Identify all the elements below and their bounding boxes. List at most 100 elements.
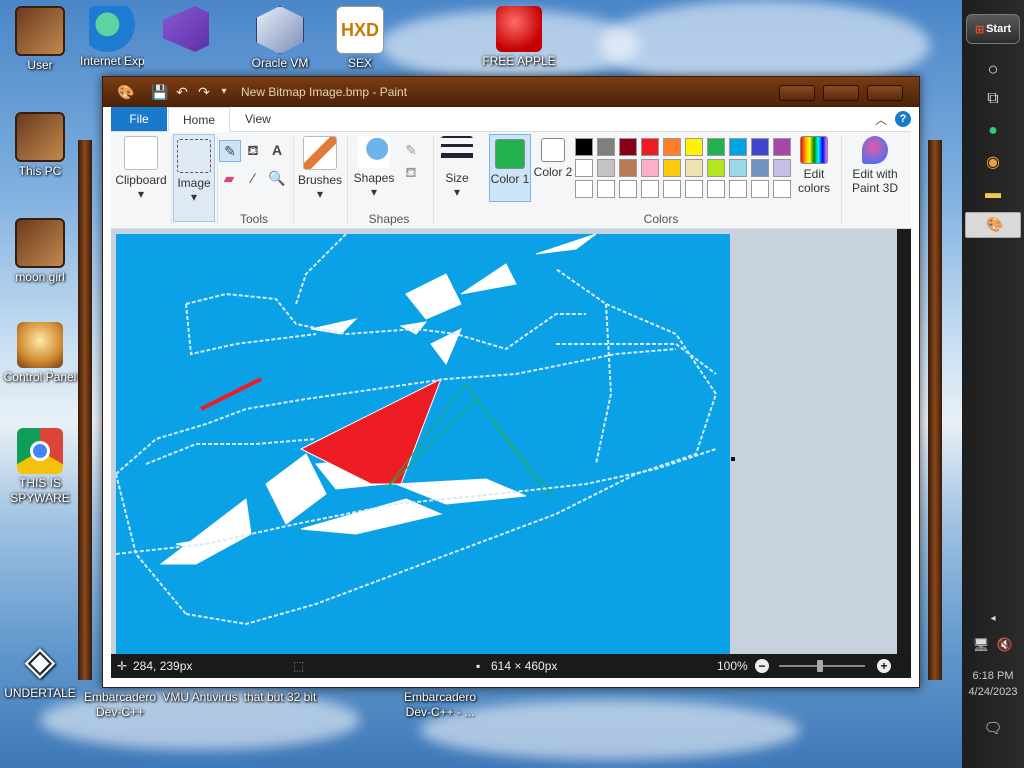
color1-button[interactable]: Color 1 bbox=[489, 134, 531, 202]
palette-swatch[interactable] bbox=[663, 138, 681, 156]
desktop-icon-visual-studio[interactable] bbox=[150, 6, 222, 54]
desktop-icon-user[interactable]: User bbox=[0, 6, 80, 73]
close-button[interactable] bbox=[867, 85, 903, 101]
palette-swatch[interactable] bbox=[619, 180, 637, 198]
volume-muted-icon[interactable]: 🔇 bbox=[994, 634, 1016, 656]
color2-swatch bbox=[541, 138, 565, 162]
desktop-icon-32bit[interactable]: that but 32 bit bbox=[240, 690, 320, 705]
vertical-scrollbar[interactable] bbox=[897, 229, 911, 654]
desktop-icon-vmu-antivirus[interactable]: VMU Antivirus bbox=[160, 690, 240, 705]
palette-swatch[interactable] bbox=[685, 159, 703, 177]
network-icon[interactable]: 🖥 bbox=[970, 634, 992, 656]
palette-swatch[interactable] bbox=[729, 180, 747, 198]
steampunk-frame-left bbox=[78, 140, 92, 680]
brushes-button[interactable]: Brushes ▾ bbox=[295, 136, 345, 201]
palette-swatch[interactable] bbox=[575, 159, 593, 177]
start-button[interactable]: ⊞ Start bbox=[966, 14, 1020, 44]
save-icon[interactable]: 💾 bbox=[151, 83, 169, 101]
canvas-workspace bbox=[111, 229, 897, 654]
palette-swatch[interactable] bbox=[575, 180, 593, 198]
palette-swatch[interactable] bbox=[597, 138, 615, 156]
resize-handle[interactable] bbox=[731, 457, 735, 461]
desktop-icon-control-panel[interactable]: Control Panel bbox=[0, 322, 80, 385]
zoom-out-button[interactable]: − bbox=[755, 659, 769, 673]
chrome-taskbar-icon[interactable]: ◉ bbox=[982, 152, 1004, 174]
palette-swatch[interactable] bbox=[597, 180, 615, 198]
pencil-icon[interactable]: ✎ bbox=[219, 140, 241, 162]
maximize-button[interactable] bbox=[823, 85, 859, 101]
desktop-icon-undertale[interactable]: ◈ UNDERTALE bbox=[0, 638, 80, 701]
tray-expand-icon[interactable]: ◂ bbox=[982, 608, 1004, 630]
palette-swatch[interactable] bbox=[707, 159, 725, 177]
desktop-icon-sex[interactable]: HXD SEX bbox=[320, 6, 400, 71]
paint-app-icon[interactable]: 🎨 bbox=[117, 83, 135, 101]
text-tool-icon[interactable]: A bbox=[267, 140, 287, 160]
clipboard-button[interactable]: Clipboard ▾ bbox=[113, 136, 169, 201]
magnifier-icon[interactable]: 🔍 bbox=[267, 168, 287, 188]
palette-swatch[interactable] bbox=[751, 159, 769, 177]
desktop-icon-oracle-vm[interactable]: Oracle VM bbox=[240, 6, 320, 71]
palette-swatch[interactable] bbox=[773, 138, 791, 156]
palette-swatch[interactable] bbox=[663, 159, 681, 177]
spotify-icon[interactable]: ● bbox=[982, 120, 1004, 142]
palette-swatch[interactable] bbox=[575, 138, 593, 156]
redo-icon[interactable]: ↷ bbox=[195, 83, 213, 101]
fill-shape-icon[interactable]: ⛾ bbox=[401, 162, 421, 182]
palette-swatch[interactable] bbox=[663, 180, 681, 198]
title-bar[interactable]: 🎨 💾 ↶ ↷ ▾ New Bitmap Image.bmp - Paint bbox=[103, 77, 919, 107]
palette-swatch[interactable] bbox=[707, 138, 725, 156]
zoom-slider-thumb[interactable] bbox=[817, 660, 823, 672]
zoom-in-button[interactable]: + bbox=[877, 659, 891, 673]
palette-swatch[interactable] bbox=[597, 159, 615, 177]
edit-colors-button[interactable]: Edit colors bbox=[791, 136, 837, 195]
palette-swatch[interactable] bbox=[751, 180, 769, 198]
undo-icon[interactable]: ↶ bbox=[173, 83, 191, 101]
help-button[interactable]: ? bbox=[895, 111, 911, 127]
edit-paint3d-button[interactable]: Edit with Paint 3D bbox=[843, 136, 907, 195]
desktop-icon-internet-explorer[interactable]: Internet Explorer bbox=[80, 6, 144, 69]
minimize-button[interactable] bbox=[779, 85, 815, 101]
palette-swatch[interactable] bbox=[619, 159, 637, 177]
customize-toolbar-icon[interactable]: ▾ bbox=[215, 83, 233, 101]
task-view-icon[interactable]: ⧉ bbox=[982, 88, 1004, 110]
desktop-icon-free-apple[interactable]: FREE APPLE bbox=[479, 6, 559, 69]
palette-swatch[interactable] bbox=[773, 180, 791, 198]
desktop-icon-spyware[interactable]: THIS IS SPYWARE bbox=[0, 428, 80, 506]
desktop-icon-moon-girl[interactable]: moon girl bbox=[0, 218, 80, 285]
color2-button[interactable]: Color 2 bbox=[533, 138, 573, 179]
desktop-icon-devcpp-2[interactable]: Embarcadero Dev-C++ - ... bbox=[400, 690, 480, 720]
palette-swatch[interactable] bbox=[707, 180, 725, 198]
fill-icon[interactable]: ⛾ bbox=[243, 140, 263, 160]
collapse-ribbon-icon[interactable]: ︿ bbox=[875, 111, 887, 128]
clock[interactable]: 6:18 PM 4/24/2023 bbox=[962, 668, 1024, 700]
palette-swatch[interactable] bbox=[685, 138, 703, 156]
selection-size-icon: ⬚ bbox=[293, 659, 305, 673]
palette-swatch[interactable] bbox=[641, 159, 659, 177]
palette-swatch[interactable] bbox=[751, 138, 769, 156]
tab-home[interactable]: Home bbox=[168, 107, 231, 132]
desktop-icon-this-pc[interactable]: This PC bbox=[0, 112, 80, 179]
palette-swatch[interactable] bbox=[729, 138, 747, 156]
drawing-canvas[interactable] bbox=[115, 233, 730, 654]
notification-icon[interactable]: 🗨 bbox=[982, 718, 1004, 740]
shapes-button[interactable]: Shapes ▾ bbox=[349, 136, 399, 199]
palette-swatch[interactable] bbox=[641, 138, 659, 156]
palette-swatch[interactable] bbox=[729, 159, 747, 177]
palette-swatch[interactable] bbox=[773, 159, 791, 177]
palette-swatch[interactable] bbox=[641, 180, 659, 198]
image-button[interactable]: Image ▾ bbox=[173, 134, 215, 222]
eraser-icon[interactable]: ▰ bbox=[219, 168, 239, 188]
file-explorer-icon[interactable]: ▬ bbox=[982, 183, 1004, 205]
cortana-icon[interactable]: ○ bbox=[982, 58, 1004, 80]
palette-swatch[interactable] bbox=[619, 138, 637, 156]
palette-swatch[interactable] bbox=[685, 180, 703, 198]
tab-file[interactable]: File bbox=[111, 107, 167, 131]
size-button[interactable]: Size ▾ bbox=[435, 136, 479, 199]
status-bar: ✛ 284, 239px ⬚ ▪ 614 × 460px 100% − + bbox=[111, 654, 911, 678]
tab-view[interactable]: View bbox=[231, 107, 285, 131]
desktop-icon-devcpp[interactable]: Embarcadero Dev-C++ bbox=[80, 690, 160, 720]
color-picker-icon[interactable]: ⁄ bbox=[243, 168, 263, 188]
outline-icon[interactable]: ✎ bbox=[401, 140, 421, 160]
paint-taskbar-button[interactable]: 🎨 bbox=[965, 212, 1021, 238]
paint3d-icon bbox=[862, 136, 888, 164]
